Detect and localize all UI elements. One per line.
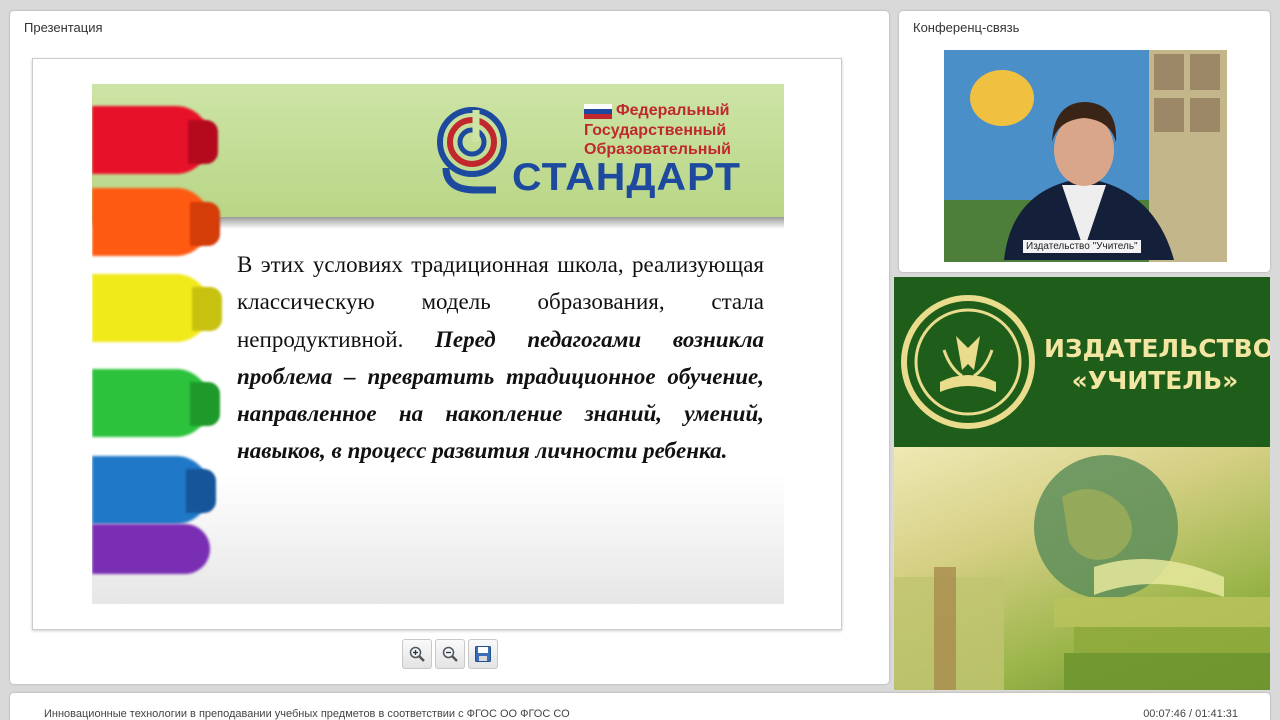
save-button[interactable]: [468, 639, 498, 669]
fgos-line-1: Федеральный: [616, 102, 730, 119]
fgos-line-2: Государственный: [584, 122, 727, 139]
globe-and-books-image: [894, 447, 1270, 690]
slide-body-text: В этих условиях традиционная школа, реал…: [237, 246, 764, 470]
speaker-caption: Издательство "Учитель": [1023, 240, 1141, 253]
publisher-logo-icon: [901, 295, 1035, 429]
globe-and-books-artwork: [894, 455, 1270, 690]
standard-word: СТАНДАРТ: [512, 156, 742, 199]
publisher-name: ИЗДАТЕЛЬСТВО «УЧИТЕЛЬ»: [1044, 333, 1270, 397]
conference-panel-title: Конференц-связь: [913, 20, 1020, 35]
publisher-name-line-2: «УЧИТЕЛЬ»: [1071, 366, 1239, 395]
speaker-video-frame: [944, 50, 1227, 262]
highlighter-markers-image: [92, 84, 222, 604]
zoom-out-button[interactable]: [435, 639, 465, 669]
slide-toolbar: [402, 639, 498, 669]
save-icon: [475, 646, 491, 662]
conference-panel: Конференц-связь Издательство "Учитель": [899, 11, 1270, 272]
slide-frame: СТАНДАРТ Федеральный Государственный Обр…: [32, 58, 842, 630]
status-bar: Инновационные технологии в преподавании …: [10, 693, 1270, 720]
presentation-panel-title: Презентация: [24, 20, 103, 35]
publisher-name-line-1: ИЗДАТЕЛЬСТВО: [1044, 334, 1270, 363]
fgos-logo-icon: [437, 107, 507, 194]
zoom-out-icon: [442, 646, 458, 662]
fgos-line-3: Образовательный: [584, 141, 731, 158]
playback-time: 00:07:46 / 01:41:31: [1143, 708, 1238, 720]
slide: СТАНДАРТ Федеральный Государственный Обр…: [92, 84, 784, 604]
publisher-banner: ИЗДАТЕЛЬСТВО «УЧИТЕЛЬ»: [894, 277, 1270, 690]
zoom-in-button[interactable]: [402, 639, 432, 669]
speaker-video[interactable]: Издательство "Учитель": [944, 50, 1227, 262]
zoom-in-icon: [409, 646, 425, 662]
webinar-title: Инновационные технологии в преподавании …: [44, 708, 570, 720]
presentation-panel: Презентация СТАНДАРТ Федеральный Государ…: [10, 11, 889, 684]
russian-flag-icon: [584, 104, 612, 119]
